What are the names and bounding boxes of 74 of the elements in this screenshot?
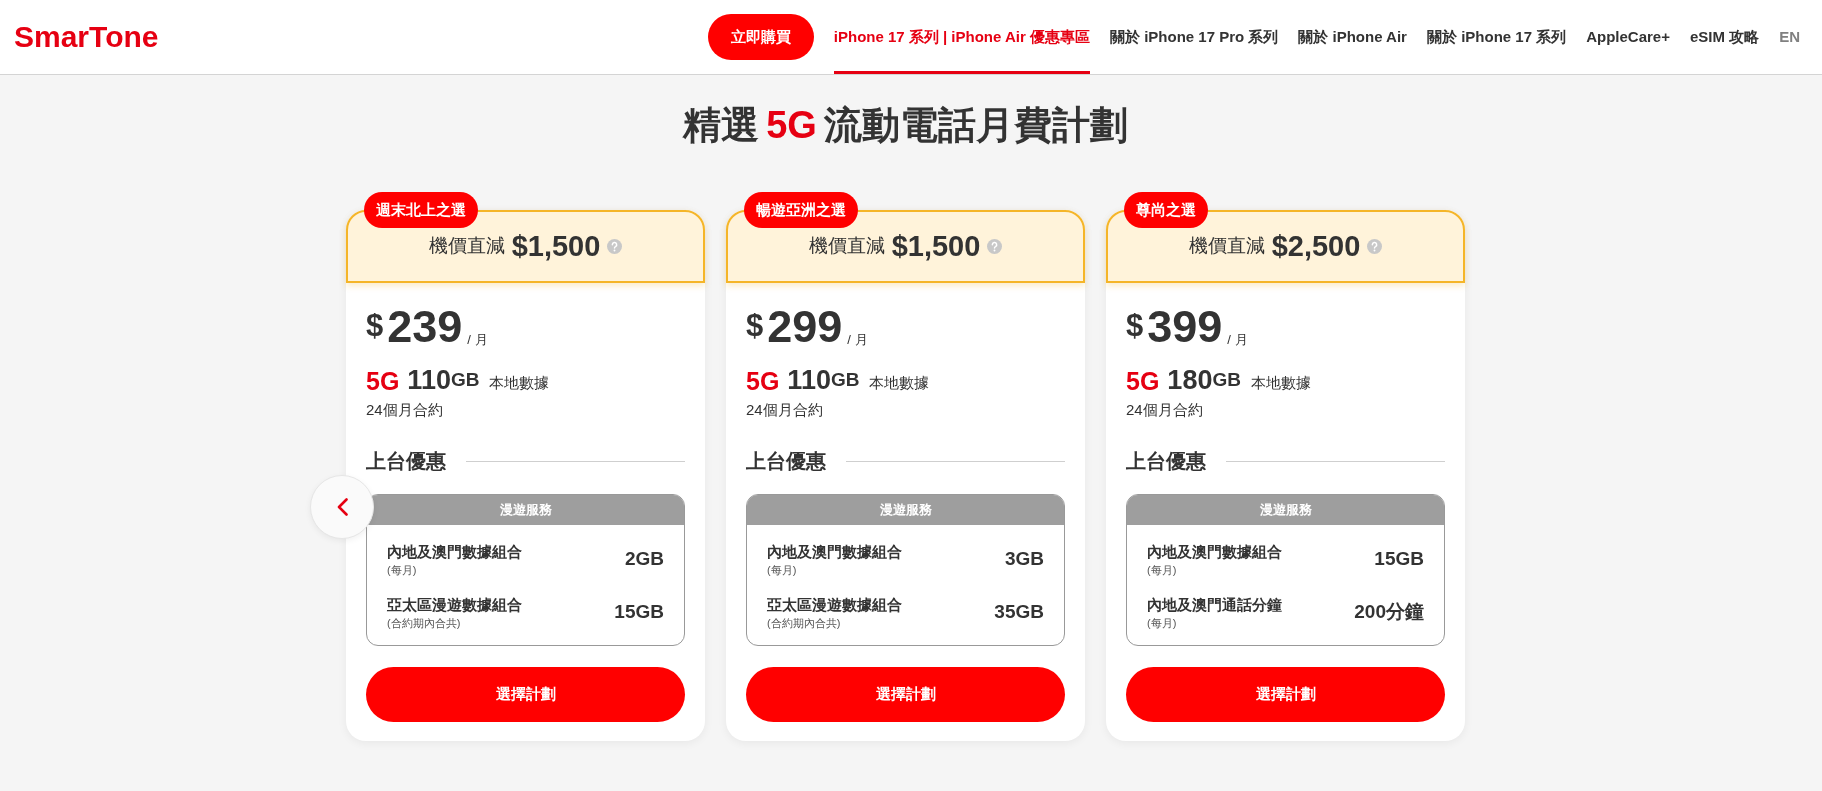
chevron-left-icon [335,497,349,517]
data-label: 本地數據 [1250,372,1311,393]
perk-name: 內地及澳門數據組合 [1147,542,1282,562]
nav-link[interactable]: 關於 iPhone Air [1298,0,1407,74]
nav-link[interactable]: 關於 iPhone 17 Pro 系列 [1109,0,1279,74]
perk-panel-title: 漫遊服務 [1127,495,1444,525]
discount-label: 機價直減 [428,234,505,259]
select-plan-button[interactable]: 選擇計劃 [746,667,1065,722]
perk-value: 2GB [624,547,664,572]
plan-tag: 暢遊亞洲之選 [744,192,858,228]
discount-label: 機價直減 [808,234,885,259]
currency-symbol: $ [366,306,384,345]
price-amount: 399 [1147,304,1223,349]
data-amount: 180 [1167,367,1213,394]
perk-name: 內地及澳門數據組合 [767,542,902,562]
perk-name: 內地及澳門數據組合 [387,542,522,562]
data-unit: GB [1212,367,1241,392]
contract-term: 24個月合約 [746,400,823,420]
perk-name: 亞太區漫遊數據組合 [767,595,902,615]
plan-tag: 尊尚之選 [1124,192,1208,228]
contract-term: 24個月合約 [1126,400,1203,420]
network-logo: 5G [366,369,400,394]
nav-link[interactable]: iPhone 17 系列 | iPhone Air 優惠專區 [833,0,1090,74]
perk-note: (合約期內合共) [767,616,841,631]
nav-link[interactable]: 關於 iPhone 17 系列 [1426,0,1567,74]
perk-value: 200分鐘 [1354,600,1424,625]
perk-note: (合約期內合共) [387,616,461,631]
select-plan-button[interactable]: 選擇計劃 [1126,667,1445,722]
network-logo: 5G [1126,369,1160,394]
discount-amount: $1,500 [891,228,981,264]
select-plan-button[interactable]: 選擇計劃 [366,667,685,722]
data-amount: 110 [407,367,451,394]
data-unit: GB [830,367,860,392]
perk-note: (每月) [1147,616,1177,631]
nav-link[interactable]: AppleCare+ [1586,0,1670,74]
data-amount: 110 [787,367,831,394]
section-title: 上台優惠 [366,449,446,474]
language-link[interactable]: EN [1779,0,1800,74]
perk-panel-title: 漫遊服務 [747,495,1064,525]
page-title: 精選 5G 流動電話月費計劃 [682,103,1129,148]
network-logo: 5G [746,369,780,394]
help-icon [607,239,623,254]
discount-amount: $2,500 [1271,228,1361,264]
perk-panel-title: 漫遊服務 [367,495,684,525]
help-icon [1367,239,1383,254]
price-period: / 月 [467,330,488,349]
perk-note: (每月) [1147,563,1177,578]
perk-value: 35GB [994,600,1044,625]
nav-link[interactable]: eSIM 攻略 [1689,0,1760,74]
discount-amount: $1,500 [511,228,601,264]
contract-term: 24個月合約 [366,400,443,420]
currency-symbol: $ [746,306,764,345]
price-period: / 月 [847,330,868,349]
perk-note: (每月) [387,563,417,578]
data-label: 本地數據 [489,372,550,393]
section-title: 上台優惠 [746,449,826,474]
section-title: 上台優惠 [1126,449,1206,474]
price-period: / 月 [1227,330,1248,349]
data-label: 本地數據 [869,372,930,393]
price-amount: 299 [767,304,843,349]
brand-logo[interactable]: SmarTone [14,22,159,52]
price-amount: 239 [387,304,463,349]
perk-value: 15GB [614,600,664,625]
perk-name: 內地及澳門通話分鐘 [1147,595,1282,615]
perk-value: 15GB [1374,547,1424,572]
data-unit: GB [450,367,480,392]
perk-note: (每月) [767,563,797,578]
discount-label: 機價直減 [1188,234,1265,259]
buy-now-button[interactable]: 立即購買 [707,14,814,60]
currency-symbol: $ [1126,306,1144,345]
plan-tag: 週末北上之選 [364,192,478,228]
perk-value: 3GB [1004,547,1044,572]
help-icon [987,239,1003,254]
perk-name: 亞太區漫遊數據組合 [387,595,522,615]
